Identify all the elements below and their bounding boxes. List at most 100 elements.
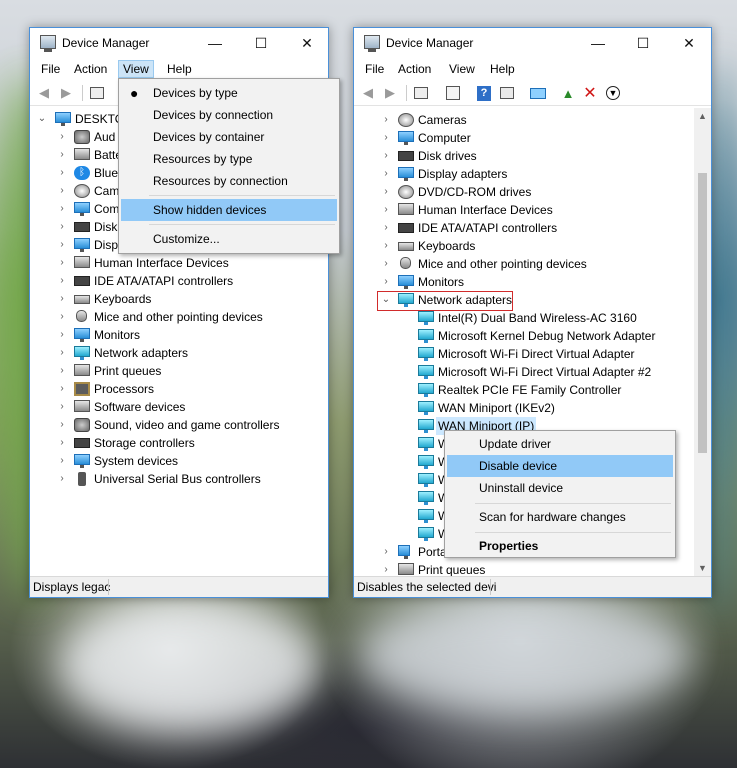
chevron-right-icon[interactable]: › [57, 218, 67, 236]
tree-item-human-interface-devices[interactable]: › Human Interface Devices [30, 254, 290, 272]
view-menu-item-resources-by-connection[interactable]: Resources by connection [121, 170, 337, 192]
chevron-right-icon[interactable]: › [381, 237, 391, 255]
tree-item-ide-ata-atapi[interactable]: › IDE ATA/ATAPI controllers [30, 272, 290, 290]
chevron-right-icon[interactable]: › [381, 543, 391, 561]
scroll-up-icon[interactable]: ▲ [694, 108, 711, 125]
chevron-right-icon[interactable]: › [57, 272, 67, 290]
adapter-item[interactable]: W [354, 435, 454, 453]
tree-item-keyboards[interactable]: › Keyboards [354, 237, 654, 255]
tree-item-sound-video-game[interactable]: › Sound, video and game controllers [30, 416, 290, 434]
minimize-button[interactable]: — [575, 28, 621, 58]
scan-hardware-icon[interactable] [529, 84, 547, 102]
menu-view[interactable]: View [118, 60, 154, 78]
context-menu-properties[interactable]: Properties [447, 535, 673, 557]
tree-item-cameras[interactable]: › Cameras [354, 111, 654, 129]
device-properties-icon[interactable] [498, 84, 516, 102]
adapter-item[interactable]: W [354, 525, 454, 543]
menu-file[interactable]: File [361, 61, 388, 77]
context-menu-uninstall-device[interactable]: Uninstall device [447, 477, 673, 499]
tree-item-print-queues[interactable]: › Print queues [354, 561, 554, 577]
chevron-right-icon[interactable]: › [381, 111, 391, 129]
chevron-right-icon[interactable]: › [381, 201, 391, 219]
forward-arrow-icon[interactable]: ▶ [381, 84, 399, 102]
chevron-right-icon[interactable]: › [57, 164, 67, 182]
chevron-right-icon[interactable]: › [57, 398, 67, 416]
tree-item-human-interface-devices[interactable]: › Human Interface Devices [354, 201, 654, 219]
view-menu-item-devices-by-type[interactable]: ● Devices by type [121, 82, 337, 104]
help-icon[interactable]: ? [475, 84, 493, 102]
menu-help[interactable]: Help [163, 61, 196, 77]
adapter-item[interactable]: W [354, 507, 454, 525]
back-arrow-icon[interactable]: ◀ [359, 84, 377, 102]
chevron-right-icon[interactable]: › [57, 326, 67, 344]
chevron-right-icon[interactable]: › [381, 165, 391, 183]
uninstall-device-icon[interactable]: ✕ [581, 84, 599, 102]
tree-item-mice[interactable]: › Mice and other pointing devices [354, 255, 654, 273]
tree-item-computer[interactable]: › Computer [354, 129, 654, 147]
maximize-button[interactable]: ☐ [238, 28, 284, 58]
chevron-right-icon[interactable]: › [57, 128, 67, 146]
view-menu-item-customize[interactable]: Customize... [121, 228, 337, 250]
adapter-item[interactable]: WAN Miniport (IKEv2) [354, 399, 674, 417]
view-menu-item-devices-by-connection[interactable]: Devices by connection [121, 104, 337, 126]
chevron-right-icon[interactable]: › [381, 219, 391, 237]
menu-file[interactable]: File [37, 61, 64, 77]
adapter-item[interactable]: W [354, 453, 454, 471]
close-button[interactable]: ✕ [284, 28, 330, 58]
maximize-button[interactable]: ☐ [620, 28, 666, 58]
forward-arrow-icon[interactable]: ▶ [57, 84, 75, 102]
chevron-right-icon[interactable]: › [57, 344, 67, 362]
tree-item-software-devices[interactable]: › Software devices [30, 398, 290, 416]
chevron-right-icon[interactable]: › [57, 146, 67, 164]
properties-icon[interactable] [412, 84, 430, 102]
context-menu-disable-device[interactable]: Disable device [447, 455, 673, 477]
menu-action[interactable]: Action [394, 61, 435, 77]
chevron-right-icon[interactable]: › [57, 290, 67, 308]
tree-item-storage-controllers[interactable]: › Storage controllers [30, 434, 290, 452]
tree-item-print-queues[interactable]: › Print queues [30, 362, 290, 380]
context-menu-scan-hardware[interactable]: Scan for hardware changes [447, 506, 673, 528]
view-menu-item-resources-by-type[interactable]: Resources by type [121, 148, 337, 170]
chevron-right-icon[interactable]: › [57, 470, 67, 488]
back-arrow-icon[interactable]: ◀ [35, 84, 53, 102]
chevron-right-icon[interactable]: › [57, 434, 67, 452]
adapter-item[interactable]: W [354, 489, 454, 507]
chevron-right-icon[interactable]: › [57, 380, 67, 398]
adapter-item[interactable]: Microsoft Wi-Fi Direct Virtual Adapter [354, 345, 674, 363]
show-hide-console-tree-icon[interactable] [444, 84, 462, 102]
chevron-right-icon[interactable]: › [57, 200, 67, 218]
chevron-down-icon[interactable]: ⌄ [37, 110, 47, 128]
tree-item-monitors[interactable]: › Monitors [30, 326, 290, 344]
properties-icon[interactable] [88, 84, 106, 102]
adapter-item[interactable]: Realtek PCIe FE Family Controller [354, 381, 674, 399]
chevron-right-icon[interactable]: › [381, 183, 391, 201]
chevron-right-icon[interactable]: › [381, 273, 391, 291]
chevron-right-icon[interactable]: › [381, 561, 391, 577]
context-menu-update-driver[interactable]: Update driver [447, 433, 673, 455]
minimize-button[interactable]: — [192, 28, 238, 58]
tree-item-ide-ata-atapi[interactable]: › IDE ATA/ATAPI controllers [354, 219, 654, 237]
update-driver-icon[interactable]: ▲ [559, 84, 577, 102]
menu-action[interactable]: Action [70, 61, 111, 77]
tree-item-usb-controllers[interactable]: › Universal Serial Bus controllers [30, 470, 290, 488]
tree-item-mice[interactable]: › Mice and other pointing devices [30, 308, 290, 326]
adapter-item[interactable]: Microsoft Kernel Debug Network Adapter [354, 327, 674, 345]
chevron-right-icon[interactable]: › [381, 255, 391, 273]
tree-item-disk-drives[interactable]: › Disk drives [354, 147, 654, 165]
chevron-right-icon[interactable]: › [57, 362, 67, 380]
chevron-right-icon[interactable]: › [57, 236, 67, 254]
tree-item-system-devices[interactable]: › System devices [30, 452, 290, 470]
adapter-item[interactable]: Microsoft Wi-Fi Direct Virtual Adapter #… [354, 363, 674, 381]
chevron-right-icon[interactable]: › [57, 308, 67, 326]
chevron-right-icon[interactable]: › [57, 254, 67, 272]
vertical-scrollbar[interactable]: ▲ ▼ [694, 108, 711, 577]
view-menu-item-show-hidden-devices[interactable]: Show hidden devices [121, 199, 337, 221]
view-menu-item-devices-by-container[interactable]: Devices by container [121, 126, 337, 148]
menu-view[interactable]: View [445, 61, 479, 77]
scroll-down-icon[interactable]: ▼ [694, 560, 711, 577]
adapter-item[interactable]: W [354, 471, 454, 489]
tree-item-keyboards[interactable]: › Keyboards [30, 290, 290, 308]
adapter-item[interactable]: Intel(R) Dual Band Wireless-AC 3160 [354, 309, 674, 327]
disable-device-icon[interactable]: ▼ [604, 84, 622, 102]
tree-item-network-adapters[interactable]: › Network adapters [30, 344, 290, 362]
